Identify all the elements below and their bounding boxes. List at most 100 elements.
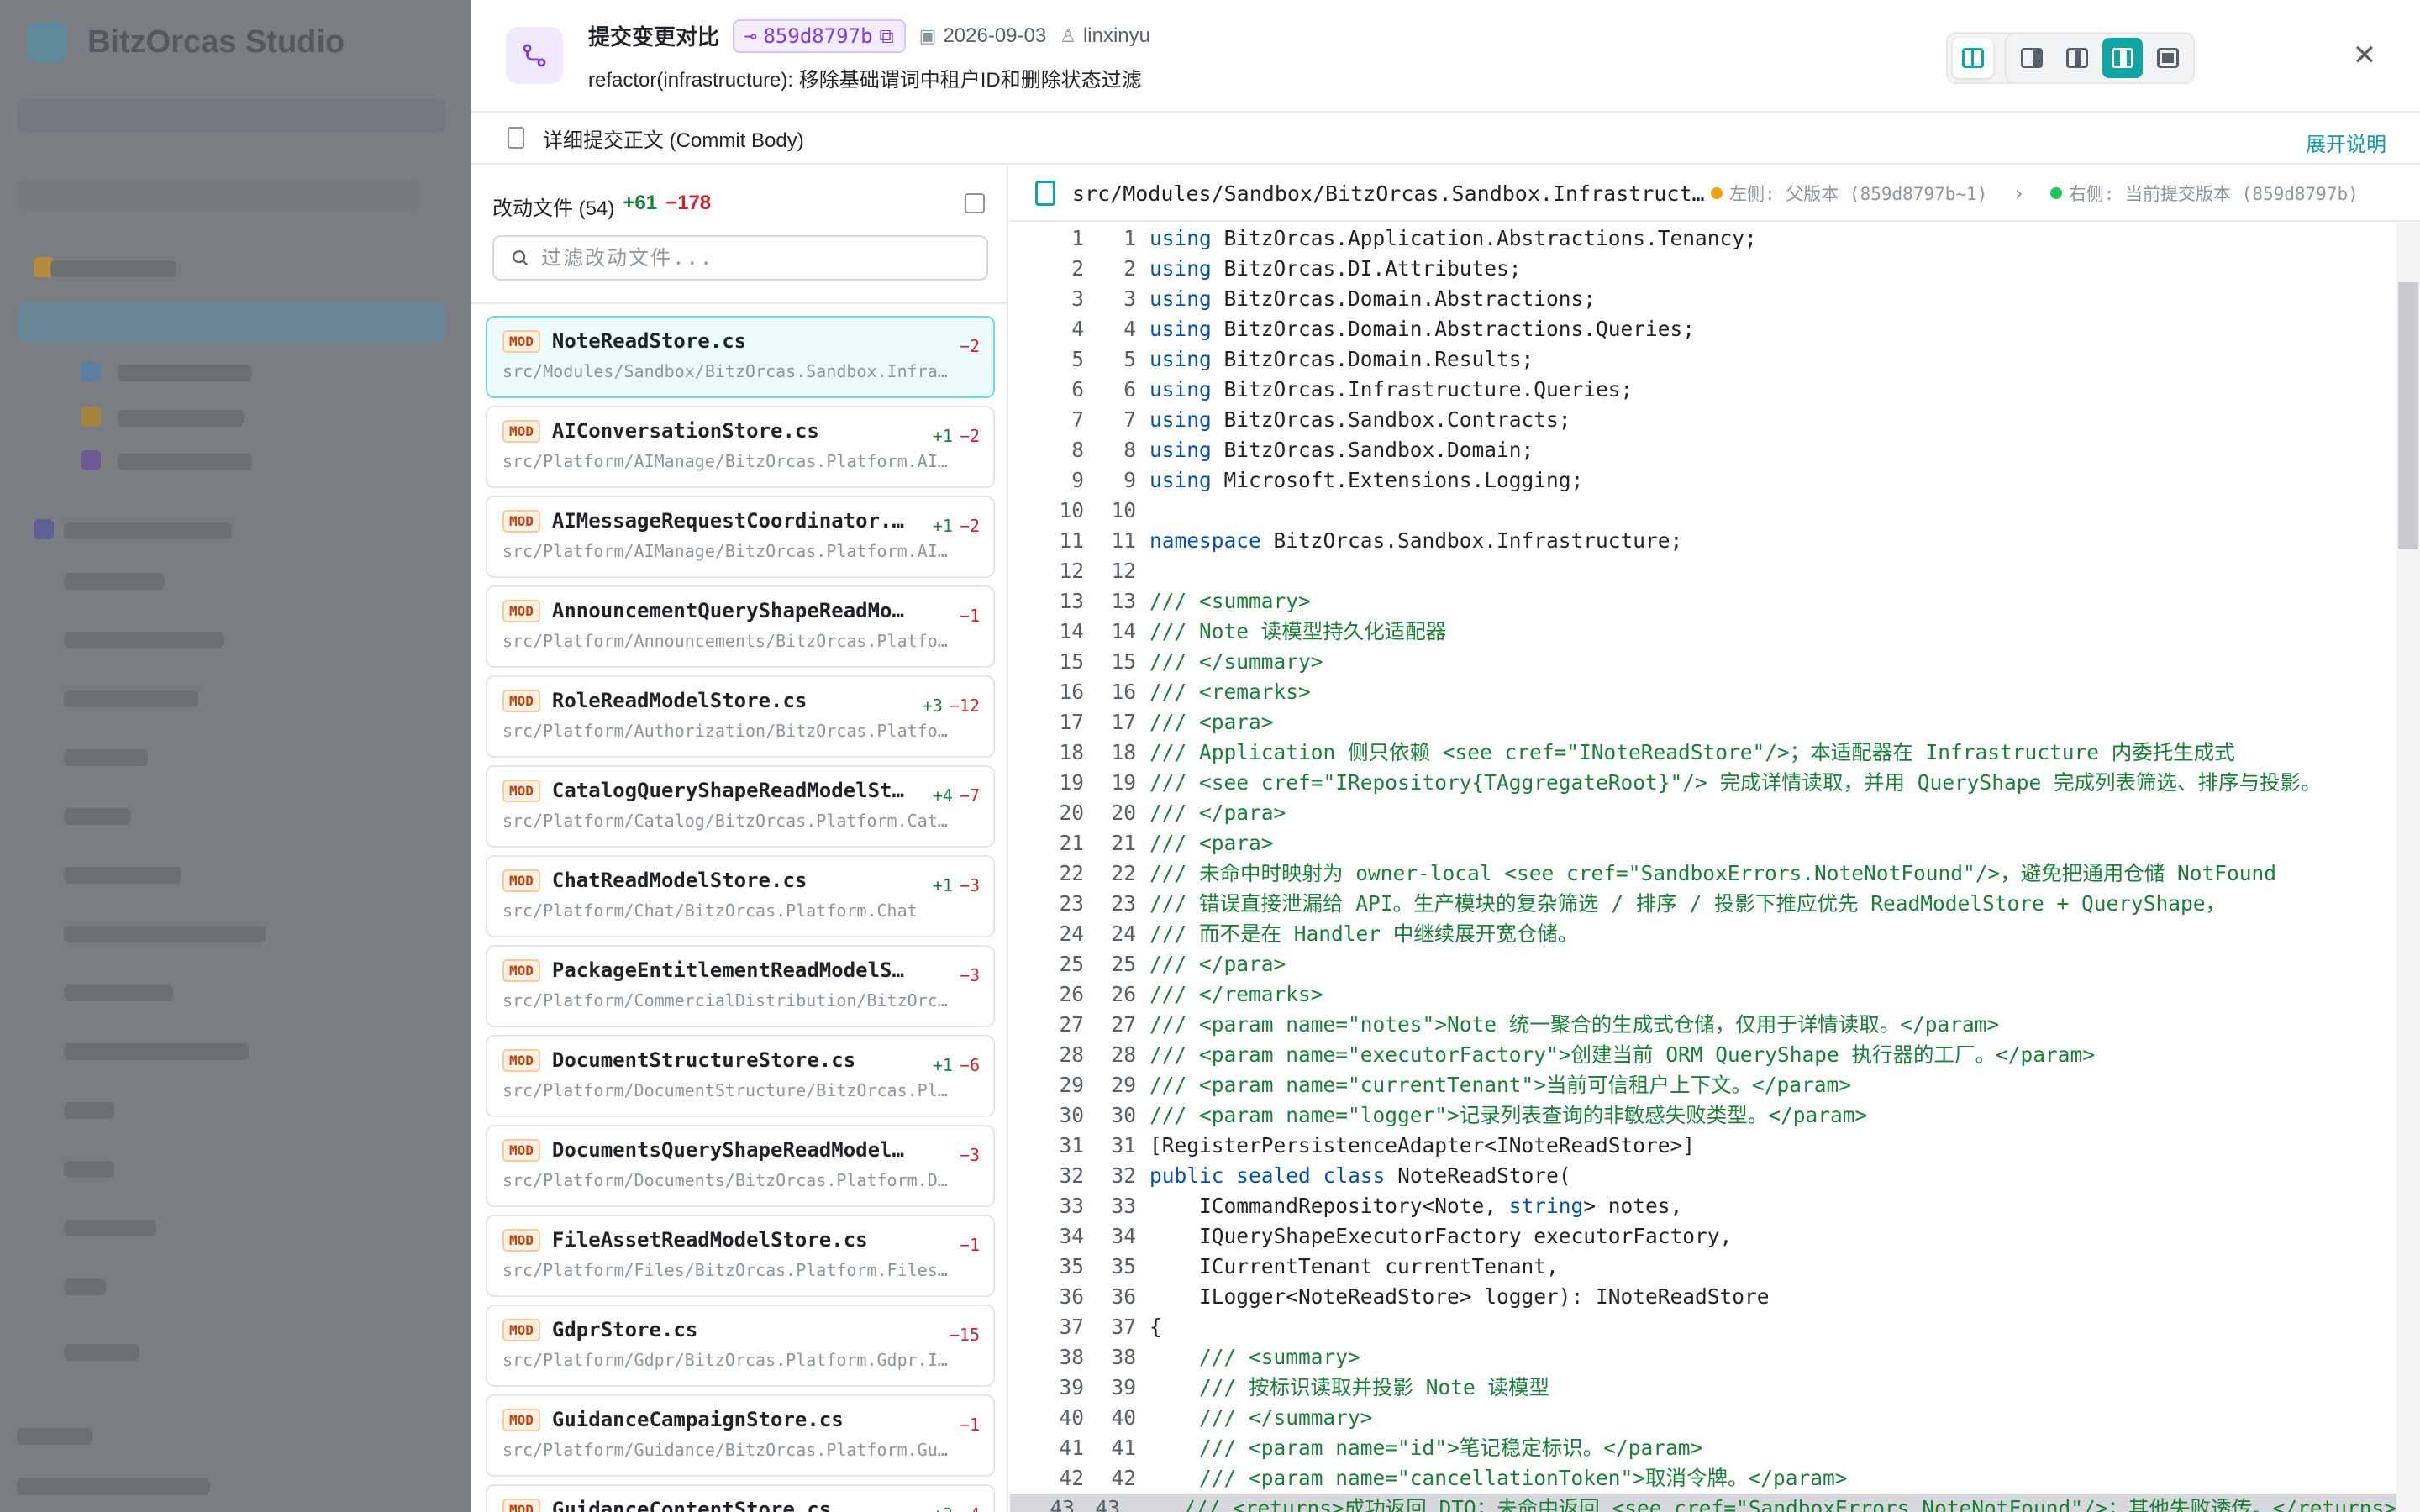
panel-full-button[interactable]	[2148, 38, 2188, 78]
background-row	[64, 808, 131, 825]
collapse-sidebar-icon[interactable]	[965, 193, 985, 213]
code-line: 27 27 /// <param name="notes">Note 统一聚合的生成…	[1010, 1010, 2396, 1040]
app-logo	[27, 22, 67, 62]
old-line-number: 13	[1059, 589, 1084, 613]
changed-file-item[interactable]: MOD FileAssetReadModelStore.cs −1 src/Platf…	[486, 1215, 995, 1297]
right-side-label: 右侧: 当前提交版本 (859d8797b)	[2068, 184, 2359, 204]
changed-file-item[interactable]: MOD AIConversationStore.cs +1 −2 src/Platfor…	[486, 406, 995, 488]
code-line: 22 22 /// 未命中时映射为 owner-local <see cref="S…	[1010, 858, 2396, 889]
split-view-button[interactable]	[1953, 38, 1993, 78]
new-line-number: 3	[1123, 286, 1136, 311]
code-line: 8 8 using BitzOrcas.Sandbox.Domain;	[1010, 435, 2396, 465]
background-row	[64, 1102, 114, 1119]
new-line-number: 42	[1111, 1466, 1136, 1490]
scrollbar-thumb[interactable]	[2398, 282, 2418, 549]
file-path: src/Platform/Documents/BitzOrcas.Platfor…	[502, 1170, 956, 1190]
file-name: GdprStore.cs	[551, 1318, 698, 1341]
copy-icon[interactable]: ⧉	[880, 24, 894, 48]
panel-full-icon	[2157, 48, 2179, 68]
old-line-number: 38	[1059, 1345, 1084, 1369]
file-filter-input[interactable]	[541, 246, 961, 270]
background-project-bar	[17, 99, 445, 133]
changed-file-item[interactable]: MOD AIMessageRequestCoordinator.cs +1 −2 src…	[486, 496, 995, 578]
code-line: 19 19 /// <see cref="IRepository{TAggregat…	[1010, 768, 2396, 798]
old-line-number: 1	[1071, 226, 1084, 250]
close-button[interactable]: ✕	[2346, 37, 2383, 74]
file-deletions: −3	[959, 1145, 980, 1165]
file-additions: +3	[922, 696, 943, 716]
commit-body-bar[interactable]: 详细提交正文 (Commit Body) 展开说明	[471, 113, 2420, 165]
file-stats: −1	[960, 606, 980, 626]
old-line-number: 7	[1071, 407, 1084, 432]
changed-file-item[interactable]: MOD DocumentStructureStore.cs +1 −6 src/Plat…	[486, 1035, 995, 1117]
commit-hash-badge[interactable]: ⊸ 859d8797b ⧉	[733, 18, 906, 53]
file-stats: −3	[960, 1145, 980, 1165]
old-line-number: 32	[1059, 1163, 1084, 1188]
new-line-number: 12	[1111, 559, 1136, 583]
code-line: 42 42 /// <param name="cancellationToken"…	[1010, 1463, 2396, 1494]
expand-description-link[interactable]: 展开说明	[2306, 128, 2386, 157]
file-deletions: −3	[959, 965, 980, 985]
code-file-icon	[1035, 181, 1055, 206]
panel-right-button[interactable]	[2012, 38, 2052, 78]
panel-center-button[interactable]	[2057, 38, 2097, 78]
code-text: ICommandRepository<Note, string> notes,	[1150, 1194, 1683, 1218]
old-line-number: 42	[1059, 1466, 1084, 1490]
changed-file-item[interactable]: MOD AnnouncementQueryShapeReadModelStore.…	[486, 585, 995, 668]
vertical-scrollbar[interactable]	[2396, 223, 2420, 1512]
code-text: using Microsoft.Extensions.Logging;	[1150, 468, 1584, 492]
code-line: 29 29 /// <param name="currentTenant">当前可信…	[1010, 1070, 2396, 1100]
file-stats: +3 −4	[933, 1504, 980, 1512]
background-search-bar	[17, 180, 420, 210]
right-side-dot	[2049, 187, 2062, 199]
commit-author-text: linxinyu	[1082, 24, 1150, 47]
old-line-number: 35	[1059, 1254, 1084, 1278]
code-text: {	[1150, 1315, 1162, 1339]
commit-body-label: 详细提交正文 (Commit Body)	[543, 129, 804, 152]
file-name: GuidanceContentStore.cs	[551, 1498, 832, 1512]
old-line-number: 28	[1059, 1042, 1084, 1067]
changed-file-item[interactable]: MOD NoteReadStore.cs −2 src/Modules/Sandbox…	[486, 316, 995, 398]
code-line: 9 9 using Microsoft.Extensions.Logging;	[1010, 465, 2396, 496]
new-line-number: 9	[1123, 468, 1136, 492]
changed-file-item[interactable]: MOD GdprStore.cs −15 src/Platform/Gdpr/Bitz…	[486, 1305, 995, 1387]
changed-file-item[interactable]: MOD ChatReadModelStore.cs +1 −3 src/Platform…	[486, 855, 995, 937]
changed-file-item[interactable]: MOD CatalogQueryShapeReadModelStore.cs +4−…	[486, 765, 995, 848]
file-deletions: −1	[959, 606, 980, 626]
code-line: 7 7 using BitzOrcas.Sandbox.Contracts;	[1010, 405, 2396, 435]
new-line-number: 28	[1111, 1042, 1136, 1067]
file-name: FileAssetReadModelStore.cs	[551, 1228, 868, 1252]
panel-wide-button[interactable]	[2102, 38, 2143, 78]
background-row-icon	[81, 407, 101, 427]
code-text: /// 错误直接泄漏给 API。生产模块的复杂筛选 / 排序 / 投影下推应优先…	[1150, 891, 2227, 916]
changed-file-item[interactable]: MOD DocumentsQueryShapeReadModelStore.cs −…	[486, 1125, 995, 1207]
new-line-number: 38	[1111, 1345, 1136, 1369]
old-line-number: 9	[1071, 468, 1084, 492]
code-line: 36 36 ILogger<NoteReadStore> logger): INo…	[1010, 1282, 2396, 1312]
changed-file-item[interactable]: MOD RoleReadModelStore.cs +3 −12 src/Platfor…	[486, 675, 995, 758]
changed-file-item[interactable]: MOD PackageEntitlementReadModelStore.cs −3…	[486, 945, 995, 1027]
code-text: /// <param name="currentTenant">当前可信租户上下…	[1150, 1073, 1852, 1097]
code-text: /// <summary>	[1150, 1345, 1360, 1369]
file-additions: +1	[932, 426, 953, 446]
code-text: /// <see cref="IRepository{TAggregateRoo…	[1150, 770, 2322, 795]
new-line-number: 41	[1111, 1436, 1136, 1460]
modified-badge: MOD	[502, 1498, 540, 1512]
file-path: src/Platform/CommercialDistribution/Bitz…	[502, 990, 956, 1011]
code-view[interactable]: 1 1 using BitzOrcas.Application.Abstractio…	[1010, 223, 2396, 1512]
code-text: using BitzOrcas.Sandbox.Domain;	[1150, 438, 1534, 462]
code-text: /// </remarks>	[1150, 982, 1323, 1006]
changed-file-item[interactable]: MODGuidanceContentStore.cs+3−4src/Platfo…	[486, 1484, 995, 1512]
background-row	[64, 1220, 156, 1236]
changed-file-item[interactable]: MOD GuidanceCampaignStore.cs −1 src/Platfor…	[486, 1394, 995, 1477]
background-row	[64, 1344, 139, 1361]
code-text: /// 而不是在 Handler 中继续展开宽仓储。	[1150, 921, 1579, 946]
calendar-icon: ▣	[918, 24, 937, 46]
file-path: src/Platform/AIManage/BitzOrcas.Platform…	[502, 451, 956, 471]
file-name: DocumentStructureStore.cs	[551, 1048, 856, 1072]
code-text: /// <param name="cancellationToken">取消令牌…	[1150, 1466, 1848, 1490]
divider	[471, 302, 1007, 304]
code-line: 14 14 /// Note 读模型持久化适配器	[1010, 617, 2396, 647]
new-line-number: 34	[1111, 1224, 1136, 1248]
commit-diff-panel: 提交变更对比 ⊸ 859d8797b ⧉ ▣ 2026-09-03 ♙ linxin…	[471, 0, 2420, 1512]
